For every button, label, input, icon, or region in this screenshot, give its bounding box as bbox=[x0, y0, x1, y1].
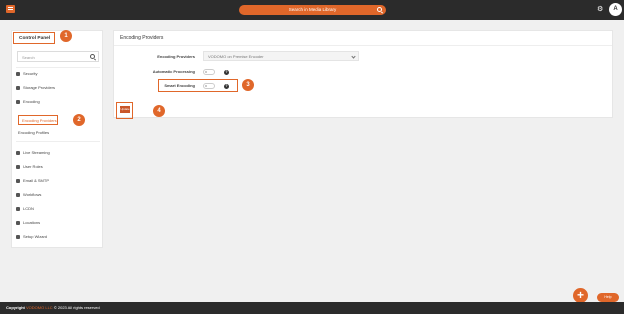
automatic-processing-toggle[interactable] bbox=[203, 69, 215, 75]
encoding-provider-value: VODOMO on Premise Encoder bbox=[208, 54, 264, 59]
sidebar-item-setup-wizard[interactable]: Setup Wizard bbox=[16, 232, 100, 241]
control-panel-sidebar: Control Panel Search Security Storage Pr… bbox=[11, 30, 103, 248]
top-bar: Search in Media Library ⚙ A bbox=[0, 0, 624, 20]
sidebar-item-label: Email & SMTP bbox=[23, 178, 50, 183]
broadcast-icon bbox=[16, 150, 20, 155]
sidebar-item-label: Live Streaming bbox=[23, 150, 50, 155]
wizard-icon bbox=[16, 234, 20, 239]
update-button-label: Update bbox=[120, 107, 130, 111]
footer-brand-link[interactable]: VODOMO LLC bbox=[26, 305, 53, 310]
sidebar-item-live-streaming[interactable]: Live Streaming bbox=[16, 148, 100, 157]
user-avatar[interactable]: A bbox=[609, 3, 622, 16]
sidebar-item-encoding-profiles[interactable]: Encoding Profiles bbox=[16, 128, 100, 137]
encoding-providers-panel: Encoding Providers Encoding Providers VO… bbox=[113, 30, 613, 119]
sidebar-item-label: User Roles bbox=[23, 164, 43, 169]
sidebar-item-workflows[interactable]: Workflows bbox=[16, 190, 100, 199]
lock-icon bbox=[16, 71, 20, 76]
help-button-label: Help bbox=[604, 295, 612, 299]
sidebar-search-input[interactable]: Search bbox=[17, 51, 99, 62]
divider bbox=[16, 141, 100, 142]
footer: Copyright VODOMO LLC © 2023 All rights r… bbox=[0, 302, 624, 314]
media-search-label: Search in Media Library bbox=[288, 7, 337, 12]
sidebar-item-security[interactable]: Security bbox=[16, 69, 100, 78]
media-search-bar[interactable]: Search in Media Library bbox=[239, 5, 386, 15]
footer-suffix: © 2023 All rights reserved bbox=[53, 305, 100, 310]
smart-encoding-label: Smart Encoding bbox=[164, 83, 195, 88]
chevron-down-icon bbox=[351, 54, 356, 59]
storage-icon bbox=[16, 85, 20, 90]
sidebar-search-placeholder: Search bbox=[22, 55, 35, 60]
automatic-processing-label: Automatic Processing bbox=[152, 69, 195, 74]
sidebar-item-user-roles[interactable]: User Roles bbox=[16, 162, 100, 171]
search-icon[interactable] bbox=[377, 7, 382, 12]
help-icon[interactable]: ? bbox=[224, 70, 229, 75]
workflow-icon bbox=[16, 192, 20, 197]
encoding-provider-label: Encoding Providers bbox=[157, 54, 195, 59]
smart-encoding-toggle[interactable] bbox=[203, 83, 215, 89]
sidebar-title-highlight: Control Panel bbox=[13, 32, 55, 44]
step-marker-4: 4 bbox=[153, 105, 165, 117]
sidebar-item-label: Encoding bbox=[23, 99, 40, 104]
users-icon bbox=[16, 164, 20, 169]
sidebar-item-encoding-providers[interactable]: Encoding Providers bbox=[18, 115, 58, 125]
sidebar-item-label: Encoding Providers bbox=[22, 118, 57, 123]
add-button[interactable]: + bbox=[573, 288, 588, 303]
sidebar-item-storage-providers[interactable]: Storage Providers bbox=[16, 83, 100, 92]
sidebar-item-encoding[interactable]: Encoding bbox=[16, 97, 100, 106]
sidebar-item-label: Security bbox=[23, 71, 38, 76]
sidebar-title: Control Panel bbox=[19, 36, 51, 41]
sidebar-item-label: Storage Providers bbox=[23, 85, 56, 90]
mail-icon bbox=[16, 178, 20, 183]
sidebar-item-email-smtp[interactable]: Email & SMTP bbox=[16, 176, 100, 185]
step-marker-3: 3 bbox=[242, 79, 254, 91]
encoding-provider-select[interactable]: VODOMO on Premise Encoder bbox=[203, 51, 359, 61]
divider bbox=[16, 67, 100, 68]
sidebar-item-locations[interactable]: Locations bbox=[16, 218, 100, 227]
divider bbox=[114, 45, 612, 46]
footer-prefix: Copyright bbox=[6, 305, 25, 310]
sidebar-item-label: Setup Wizard bbox=[23, 234, 48, 239]
sidebar-item-label: LCDN bbox=[23, 206, 34, 211]
sidebar-item-label: Workflows bbox=[23, 192, 42, 197]
swap-icon bbox=[16, 99, 20, 104]
help-icon[interactable]: ? bbox=[224, 84, 229, 89]
sidebar-item-label: Encoding Profiles bbox=[18, 130, 50, 135]
sidebar-item-label: Locations bbox=[23, 220, 41, 225]
footer-copyright: Copyright VODOMO LLC © 2023 All rights r… bbox=[6, 305, 100, 310]
search-icon[interactable] bbox=[90, 54, 95, 59]
step-marker-1: 1 bbox=[60, 30, 72, 42]
server-icon bbox=[16, 206, 20, 211]
location-pin-icon bbox=[16, 220, 20, 225]
update-highlight: Update bbox=[116, 102, 133, 119]
help-button[interactable]: Help bbox=[597, 293, 619, 302]
update-button[interactable]: Update bbox=[120, 106, 130, 113]
menu-icon[interactable] bbox=[6, 5, 15, 13]
panel-title: Encoding Providers bbox=[120, 35, 164, 41]
step-marker-2: 2 bbox=[73, 114, 85, 126]
sidebar-item-lcdn[interactable]: LCDN bbox=[16, 204, 100, 213]
settings-icon[interactable]: ⚙ bbox=[597, 6, 604, 13]
